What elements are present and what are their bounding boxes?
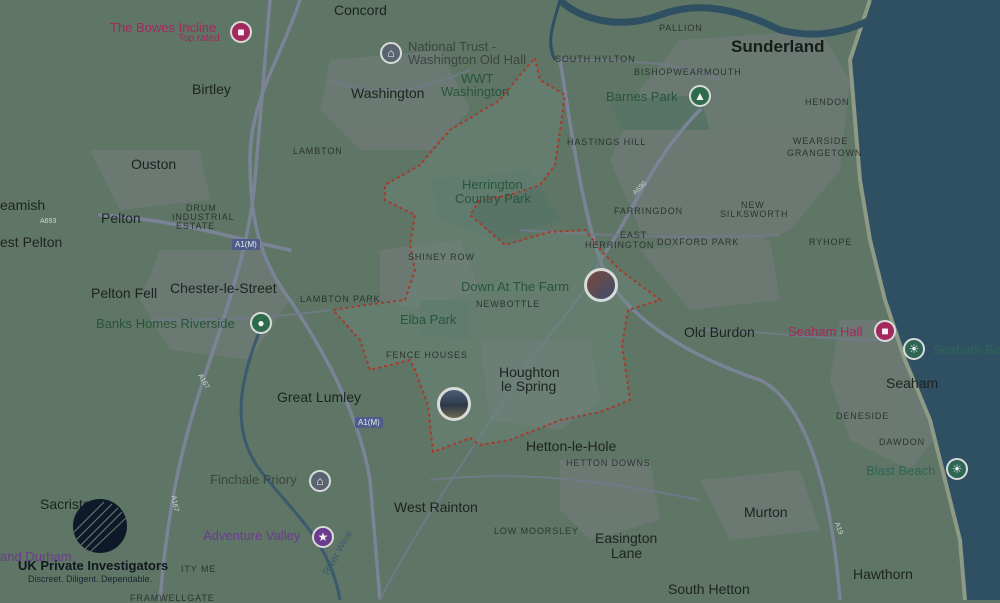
place-beamish: eamish (0, 197, 46, 213)
place-lambton: LAMBTON (293, 146, 343, 156)
hotel-seaham-icon[interactable]: ■ (874, 320, 896, 342)
place-silksworth: SILKSWORTH (720, 209, 789, 219)
place-hetton-le-hole: Hetton-le-Hole (526, 438, 617, 454)
place-shiney-row: SHINEY ROW (408, 252, 475, 262)
place-pallion: PALLION (659, 23, 703, 33)
poi-bowes-incline-top-rated: Top rated (178, 33, 220, 44)
place-west-pelton: est Pelton (0, 234, 63, 250)
hotel-icon[interactable]: ■ (230, 21, 252, 43)
place-easington: Easington (595, 530, 658, 546)
place-fence-houses: FENCE HOUSES (386, 350, 468, 360)
beach-blast-icon[interactable]: ☀ (946, 458, 968, 480)
park-down-at-the-farm[interactable]: Down At The Farm (461, 280, 569, 294)
road-a1m-shield-south: A1(M) (355, 417, 383, 428)
park-wwt-washington[interactable]: Washington (441, 85, 509, 99)
poi-washington-old-hall[interactable]: Washington Old Hall (408, 53, 526, 67)
photo-marker-farm[interactable] (584, 268, 618, 302)
park-tree-icon[interactable]: ▲ (689, 85, 711, 107)
poi-seaham-beach[interactable]: Seaham Be (933, 343, 1000, 357)
place-ouston: Ouston (131, 156, 177, 172)
place-lambton-park: LAMBTON PARK (300, 294, 381, 304)
park-herrington-country[interactable]: Country Park (455, 192, 531, 206)
place-chester-le-street: Chester-le-Street (170, 280, 277, 296)
place-hastings-hill: HASTINGS HILL (567, 137, 647, 147)
place-farringdon: FARRINGDON (614, 206, 684, 216)
place-deneside: DENESIDE (836, 411, 890, 421)
place-herrington: HERRINGTON (585, 240, 655, 250)
place-murton: Murton (744, 504, 788, 520)
place-south-hetton: South Hetton (668, 581, 750, 597)
park-elba[interactable]: Elba Park (400, 313, 456, 327)
place-easington-lane: Lane (611, 545, 643, 561)
poi-seaham-hall[interactable]: Seaham Hall (788, 325, 862, 339)
road-a693: A693 (40, 218, 57, 225)
place-hendon: HENDON (805, 97, 850, 107)
brand-tagline: Discreet. Diligent. Dependable. (28, 574, 153, 584)
place-estate: ESTATE (176, 221, 216, 231)
place-pelton: Pelton (101, 210, 141, 226)
beach-icon[interactable]: ☀ (903, 338, 925, 360)
place-low-moorsley: LOW MOORSLEY (494, 526, 579, 536)
place-dawdon: DAWDON (879, 437, 926, 447)
place-wearside: WEARSIDE (793, 136, 849, 146)
place-concord: Concord (334, 2, 387, 18)
place-pity-me: ITY ME (181, 564, 217, 574)
place-newbottle: NEWBOTTLE (476, 299, 541, 309)
place-great-lumley: Great Lumley (277, 389, 362, 405)
poi-blast-beach[interactable]: Blast Beach (866, 464, 935, 478)
place-hetton-downs: HETTON DOWNS (566, 458, 651, 468)
place-birtley: Birtley (192, 81, 231, 97)
place-old-burdon: Old Burdon (684, 324, 755, 340)
place-sunderland: Sunderland (731, 37, 825, 56)
poi-adventure-valley[interactable]: Adventure Valley (203, 529, 300, 543)
place-west-rainton: West Rainton (394, 499, 478, 515)
place-grangetown: GRANGETOWN (787, 148, 863, 158)
place-framwellgate: FRAMWELLGATE (130, 593, 215, 603)
park-dot-icon[interactable]: ● (250, 312, 272, 334)
place-pelton-fell: Pelton Fell (91, 285, 158, 301)
park-banks-homes-riverside[interactable]: Banks Homes Riverside (96, 317, 235, 331)
place-ryhope: RYHOPE (809, 237, 853, 247)
park-barnes[interactable]: Barnes Park (606, 90, 678, 104)
brand-name: UK Private Investigators (18, 558, 169, 573)
place-seaham: Seaham (886, 375, 939, 391)
place-bishopwearmouth: BISHOPWEARMOUTH (634, 67, 742, 77)
place-washington: Washington (351, 85, 425, 101)
poi-finchale-priory[interactable]: Finchale Priory (210, 473, 297, 487)
brand-logo-icon (73, 499, 127, 553)
museum-icon[interactable]: ⌂ (380, 42, 402, 64)
photo-marker-lake[interactable] (437, 387, 471, 421)
priory-icon[interactable]: ⌂ (309, 470, 331, 492)
attraction-icon[interactable]: ★ (312, 526, 334, 548)
road-a1m-shield: A1(M) (232, 239, 260, 250)
place-doxford-park: DOXFORD PARK (657, 237, 740, 247)
place-le-spring: le Spring (501, 378, 557, 394)
park-herrington[interactable]: Herrington (462, 178, 523, 192)
place-hawthorn: Hawthorn (853, 566, 913, 582)
place-south-hylton: SOUTH HYLTON (555, 54, 636, 64)
